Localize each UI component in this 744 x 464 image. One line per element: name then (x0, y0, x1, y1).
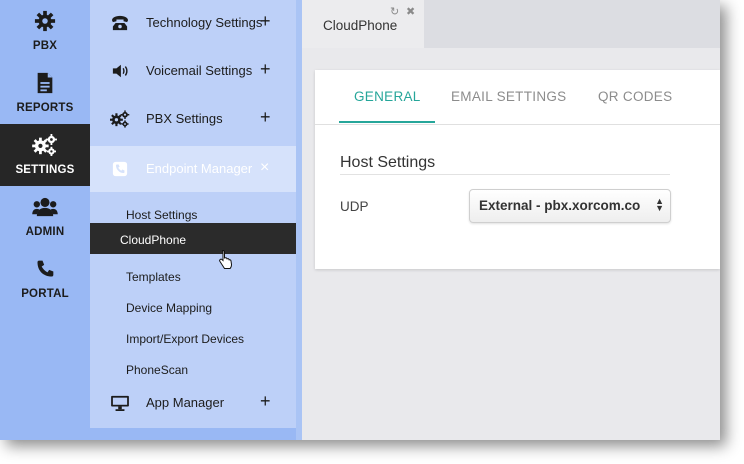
submenu-phonescan-label: PhoneScan (126, 363, 189, 377)
document-icon (0, 72, 90, 94)
settings-tabs: GENERAL EMAIL SETTINGS QR CODES (315, 70, 720, 125)
submenu-host-settings-label: Host Settings (126, 208, 198, 222)
udp-label: UDP (340, 199, 369, 214)
udp-select[interactable]: External - pbx.xorcom.co ▲ ▼ (469, 189, 671, 223)
menu-voicemail-settings[interactable]: Voicemail Settings + (90, 48, 296, 94)
nav-pbx[interactable]: PBX (0, 0, 90, 62)
submenu-import-export-devices[interactable]: Import/Export Devices (90, 322, 296, 353)
cogs-icon (110, 109, 130, 129)
menu-app-manager-label: App Manager (146, 395, 225, 410)
expand-plus-icon[interactable]: + (260, 107, 271, 128)
phone-square-icon (110, 159, 130, 179)
submenu-device-mapping[interactable]: Device Mapping (90, 291, 296, 322)
menu-endpoint-manager[interactable]: Endpoint Manager × (90, 146, 296, 192)
main-nav-rail: PBX REPORTS SETTINGS ADMIN PORTAL (0, 0, 90, 440)
nav-settings[interactable]: SETTINGS (0, 124, 90, 186)
submenu-templates-label: Templates (126, 270, 181, 284)
settings-menu: Technology Settings + Voicemail Settings… (90, 0, 296, 428)
submenu-cloudphone-label: CloudPhone (120, 233, 187, 247)
menu-pbx-settings[interactable]: PBX Settings + (90, 96, 296, 142)
nav-portal-label: PORTAL (21, 288, 69, 300)
nav-pbx-label: PBX (32, 40, 58, 52)
menu-divider (296, 0, 302, 440)
menu-footer-gap (90, 428, 296, 440)
section-title: Host Settings (340, 154, 436, 171)
menu-technology-settings-label: Technology Settings (146, 15, 263, 30)
app-window: PBX REPORTS SETTINGS ADMIN PORTAL Techno… (0, 0, 720, 440)
hand-pointer-cursor-icon (218, 249, 234, 274)
submenu-templates[interactable]: Templates (90, 260, 296, 291)
phone-icon (0, 258, 90, 280)
menu-voicemail-settings-label: Voicemail Settings (146, 63, 253, 78)
gears-icon (0, 134, 90, 156)
select-arrows-icon: ▲ ▼ (655, 196, 664, 213)
tab-email-settings[interactable]: EMAIL SETTINGS (451, 89, 566, 104)
close-icon[interactable]: ✖ (406, 5, 415, 18)
collapse-x-icon[interactable]: × (260, 159, 269, 177)
monitor-icon (110, 393, 130, 413)
gear-icon (0, 10, 90, 32)
refresh-icon[interactable]: ↻ (390, 5, 399, 18)
tab-cloudphone[interactable]: ↻ ✖ CloudPhone (302, 0, 424, 48)
tab-cloudphone-title: CloudPhone (323, 18, 398, 33)
submenu-import-export-devices-label: Import/Export Devices (126, 332, 245, 346)
telephone-icon (110, 13, 130, 33)
active-tab-indicator (339, 121, 435, 123)
udp-select-value: External - pbx.xorcom.co (479, 198, 641, 213)
menu-endpoint-manager-label: Endpoint Manager (146, 161, 253, 176)
nav-settings-label: SETTINGS (15, 164, 75, 176)
users-icon (0, 196, 90, 218)
expand-plus-icon[interactable]: + (260, 59, 271, 80)
menu-pbx-settings-label: PBX Settings (146, 111, 223, 126)
nav-portal[interactable]: PORTAL (0, 248, 90, 310)
document-tab-strip: ↻ ✖ CloudPhone (302, 0, 720, 48)
speaker-icon (110, 61, 130, 81)
nav-reports-label: REPORTS (16, 102, 74, 114)
tab-general[interactable]: GENERAL (354, 89, 421, 104)
section-divider (340, 174, 670, 175)
menu-app-manager[interactable]: App Manager + (90, 380, 296, 426)
nav-admin[interactable]: ADMIN (0, 186, 90, 248)
expand-plus-icon[interactable]: + (260, 11, 271, 32)
submenu-device-mapping-label: Device Mapping (126, 301, 213, 315)
nav-reports[interactable]: REPORTS (0, 62, 90, 124)
cloudphone-settings-card: GENERAL EMAIL SETTINGS QR CODES Host Set… (315, 70, 720, 269)
tab-qr-codes[interactable]: QR CODES (598, 89, 672, 104)
menu-technology-settings[interactable]: Technology Settings + (90, 0, 296, 46)
submenu-cloudphone[interactable]: CloudPhone (90, 223, 296, 254)
nav-admin-label: ADMIN (25, 226, 65, 238)
expand-plus-icon[interactable]: + (260, 391, 271, 412)
